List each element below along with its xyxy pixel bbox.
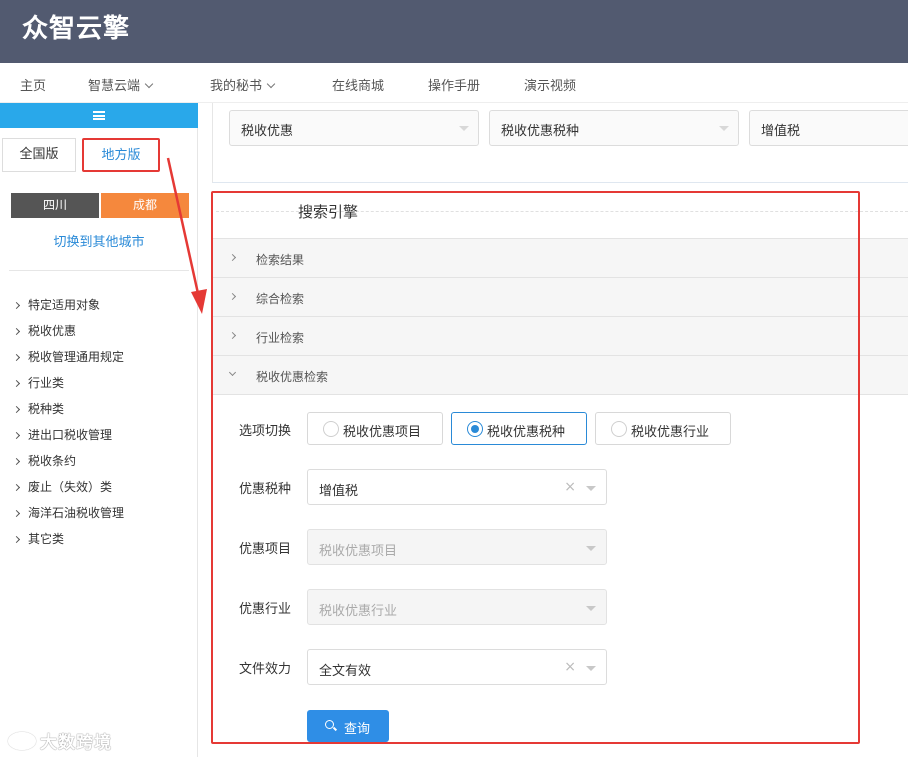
chevron-right-icon: [12, 483, 21, 492]
sidebar-item-label: 税种类: [28, 402, 65, 416]
sidebar-item-label: 进出口税收管理: [28, 428, 113, 442]
nav-smart-cloud[interactable]: 智慧云端: [88, 75, 154, 94]
chevron-down-icon: [144, 79, 154, 89]
main-nav: 主页 智慧云端 我的秘书 在线商城 操作手册 演示视频: [0, 63, 908, 103]
tab-local[interactable]: 地方版: [82, 138, 160, 172]
chevron-down-icon: [266, 79, 276, 89]
nav-home[interactable]: 主页: [20, 75, 46, 94]
chevron-right-icon: [12, 353, 21, 362]
sidebar-item[interactable]: 税收条约: [12, 452, 124, 478]
top-header: 众智云擎: [0, 0, 908, 63]
sidebar-item[interactable]: 废止（失效）类: [12, 478, 124, 504]
sidebar-item-label: 海洋石油税收管理: [28, 506, 125, 520]
nav-label: 主页: [20, 79, 47, 94]
watermark-logo-icon: [8, 732, 36, 750]
chevron-right-icon: [12, 379, 21, 388]
select-value: 税收优惠: [241, 124, 294, 139]
sidebar-toggle[interactable]: [0, 103, 198, 128]
sidebar-item[interactable]: 行业类: [12, 374, 124, 400]
sidebar: 全国版 地方版 四川 成都 切换到其他城市 特定适用对象 税收优惠 税收管理通用…: [0, 103, 198, 757]
caret-down-icon: [459, 126, 469, 131]
nav-label: 智慧云端: [88, 79, 141, 94]
filter-bar: 税收优惠 税收优惠税种 增值税: [212, 103, 908, 183]
tab-national[interactable]: 全国版: [2, 138, 76, 172]
app-logo[interactable]: 众智云擎: [22, 8, 130, 45]
sidebar-category-list: 特定适用对象 税收优惠 税收管理通用规定 行业类 税种类 进出口税收管理 税收条…: [12, 296, 125, 556]
nav-manual[interactable]: 操作手册: [428, 75, 480, 94]
chevron-right-icon: [12, 535, 21, 544]
select-value: 税收优惠税种: [501, 124, 580, 139]
nav-label: 在线商城: [332, 79, 385, 94]
sidebar-item-label: 废止（失效）类: [28, 480, 113, 494]
sidebar-item[interactable]: 进出口税收管理: [12, 426, 124, 452]
nav-label: 操作手册: [428, 79, 481, 94]
sidebar-item[interactable]: 其它类: [12, 530, 124, 556]
sidebar-item-label: 税收优惠: [28, 324, 77, 338]
nav-demo-video[interactable]: 演示视频: [524, 75, 576, 94]
chevron-right-icon: [12, 405, 21, 414]
filter-tax-select[interactable]: 增值税: [749, 110, 908, 146]
sidebar-item-label: 其它类: [28, 532, 65, 546]
city-sichuan[interactable]: 四川: [11, 193, 99, 218]
caret-down-icon: [719, 126, 729, 131]
select-value: 增值税: [761, 124, 801, 139]
sidebar-item-label: 税收条约: [28, 454, 77, 468]
nav-label: 我的秘书: [210, 79, 263, 94]
sidebar-item-label: 特定适用对象: [28, 298, 101, 312]
filter-subcategory-select[interactable]: 税收优惠税种: [489, 110, 739, 146]
tab-label: 地方版: [101, 148, 141, 163]
annotation-highlight-box: [211, 191, 860, 744]
switch-city-link[interactable]: 切换到其他城市: [0, 231, 198, 250]
nav-label: 演示视频: [524, 79, 577, 94]
city-chengdu[interactable]: 成都: [101, 193, 189, 218]
watermark-text: 大数跨境: [40, 733, 112, 753]
sidebar-item-label: 行业类: [28, 376, 65, 390]
nav-online-store[interactable]: 在线商城: [332, 75, 384, 94]
nav-my-secretary[interactable]: 我的秘书: [210, 75, 276, 94]
sidebar-item[interactable]: 特定适用对象: [12, 296, 124, 322]
sidebar-item[interactable]: 税种类: [12, 400, 124, 426]
tab-label: 全国版: [19, 147, 59, 162]
city-label: 成都: [132, 198, 157, 212]
sidebar-item[interactable]: 海洋石油税收管理: [12, 504, 125, 530]
sidebar-item[interactable]: 税收优惠: [12, 322, 124, 348]
filter-category-select[interactable]: 税收优惠: [229, 110, 479, 146]
sidebar-item[interactable]: 税收管理通用规定: [12, 348, 125, 374]
chevron-right-icon: [12, 327, 21, 336]
sidebar-divider: [9, 270, 189, 271]
city-label: 四川: [42, 198, 67, 212]
chevron-right-icon: [12, 301, 21, 310]
chevron-right-icon: [12, 431, 21, 440]
sidebar-item-label: 税收管理通用规定: [28, 350, 125, 364]
menu-icon: [93, 111, 105, 120]
chevron-right-icon: [12, 509, 21, 518]
watermark: 大数跨境: [8, 728, 112, 753]
chevron-right-icon: [12, 457, 21, 466]
